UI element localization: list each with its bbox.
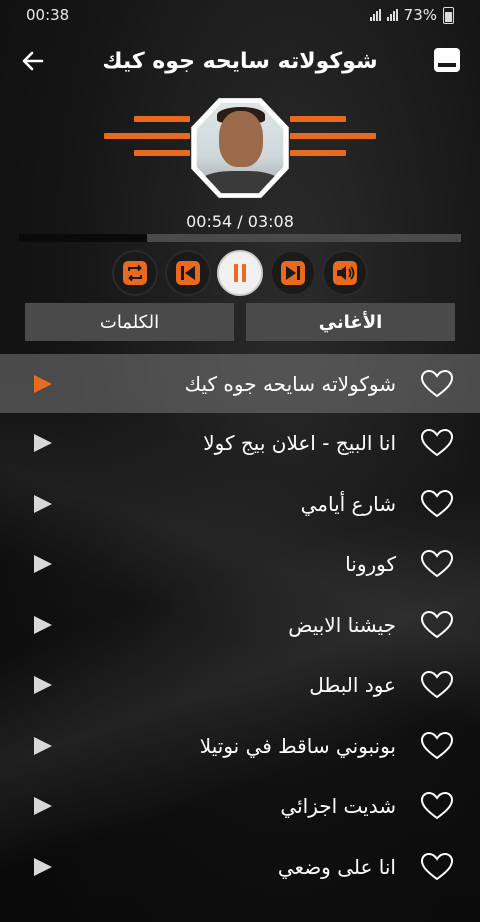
volume-button[interactable]: [322, 250, 368, 296]
next-button[interactable]: [269, 250, 316, 296]
tab-songs-label: الأغاني: [318, 311, 383, 333]
play-icon[interactable]: [32, 432, 54, 454]
song-title: انا البيج - اعلان بيج كولا: [203, 431, 396, 456]
status-indicators: 73%: [369, 6, 454, 24]
song-row[interactable]: شارع أيامي: [0, 474, 480, 535]
song-title: جيشنا الابيض: [288, 612, 396, 637]
song-row[interactable]: كورونا: [0, 534, 480, 595]
repeat-icon: [123, 261, 147, 285]
artist-avatar: [191, 98, 289, 198]
battery-percent: 73%: [403, 6, 437, 24]
tab-lyrics[interactable]: الكلمات: [25, 303, 234, 341]
pause-button[interactable]: [217, 250, 263, 296]
equalizer-bars-right: [290, 116, 378, 156]
play-icon[interactable]: [32, 373, 54, 395]
song-title: انا على وضعي: [277, 854, 396, 879]
song-row[interactable]: بونبوني ساقط في نوتيلا: [0, 716, 480, 777]
tab-lyrics-label: الكلمات: [99, 311, 160, 333]
tab-songs[interactable]: الأغاني: [246, 303, 455, 341]
status-time: 00:38: [26, 6, 70, 24]
song-row[interactable]: شوكولاته سايحه جوه كيك: [0, 354, 480, 413]
playback-time: 00:54 / 03:08: [186, 212, 294, 231]
favorite-heart-icon[interactable]: [420, 369, 454, 399]
status-bar: 00:38 73%: [0, 0, 480, 30]
favorite-heart-icon[interactable]: [420, 731, 454, 761]
song-title: كورونا: [345, 552, 396, 577]
favorite-heart-icon[interactable]: [420, 670, 454, 700]
favorite-heart-icon[interactable]: [420, 428, 454, 458]
song-list: شوكولاته سايحه جوه كيك انا البيج - اعلان …: [0, 354, 480, 897]
skip-previous-icon: [175, 261, 200, 285]
play-icon[interactable]: [32, 614, 54, 636]
favorite-heart-icon[interactable]: [420, 549, 454, 579]
favorite-heart-icon[interactable]: [420, 610, 454, 640]
battery-icon: [443, 6, 454, 24]
signal-icon: [369, 9, 381, 21]
pause-icon: [234, 264, 246, 282]
back-arrow-icon[interactable]: [20, 48, 46, 74]
previous-button[interactable]: [164, 250, 211, 296]
artist-artwork: [0, 96, 480, 200]
favorite-heart-icon[interactable]: [420, 852, 454, 882]
progress-bar[interactable]: [19, 234, 461, 242]
play-icon[interactable]: [32, 795, 54, 817]
play-icon[interactable]: [32, 553, 54, 575]
header: شوكولاته سايحه جوه كيك: [0, 40, 480, 82]
play-icon[interactable]: [32, 674, 54, 696]
page-title: شوكولاته سايحه جوه كيك: [102, 48, 378, 74]
play-icon[interactable]: [32, 493, 54, 515]
skip-next-icon: [280, 261, 305, 285]
song-row[interactable]: انا البيج - اعلان بيج كولا: [0, 413, 480, 474]
song-title: شوكولاته سايحه جوه كيك: [184, 371, 396, 396]
song-row[interactable]: عود البطل: [0, 655, 480, 716]
signal-icon-2: [386, 9, 398, 21]
song-title: عود البطل: [309, 673, 396, 698]
volume-icon: [333, 261, 357, 285]
view-tabs: الكلمات الأغاني: [25, 303, 455, 341]
favorite-heart-icon[interactable]: [420, 489, 454, 519]
play-icon[interactable]: [32, 735, 54, 757]
minimize-icon[interactable]: [434, 48, 460, 72]
song-title: شديت اجزائي: [280, 794, 396, 819]
song-row[interactable]: شديت اجزائي: [0, 776, 480, 837]
repeat-button[interactable]: [112, 250, 158, 296]
song-title: شارع أيامي: [300, 491, 396, 516]
song-row[interactable]: جيشنا الابيض: [0, 595, 480, 656]
progress-fill: [19, 234, 148, 242]
song-row[interactable]: انا على وضعي: [0, 837, 480, 898]
favorite-heart-icon[interactable]: [420, 791, 454, 821]
play-icon[interactable]: [32, 856, 54, 878]
equalizer-bars-left: [102, 116, 190, 156]
song-title: بونبوني ساقط في نوتيلا: [199, 733, 396, 758]
playback-controls: [112, 250, 368, 296]
